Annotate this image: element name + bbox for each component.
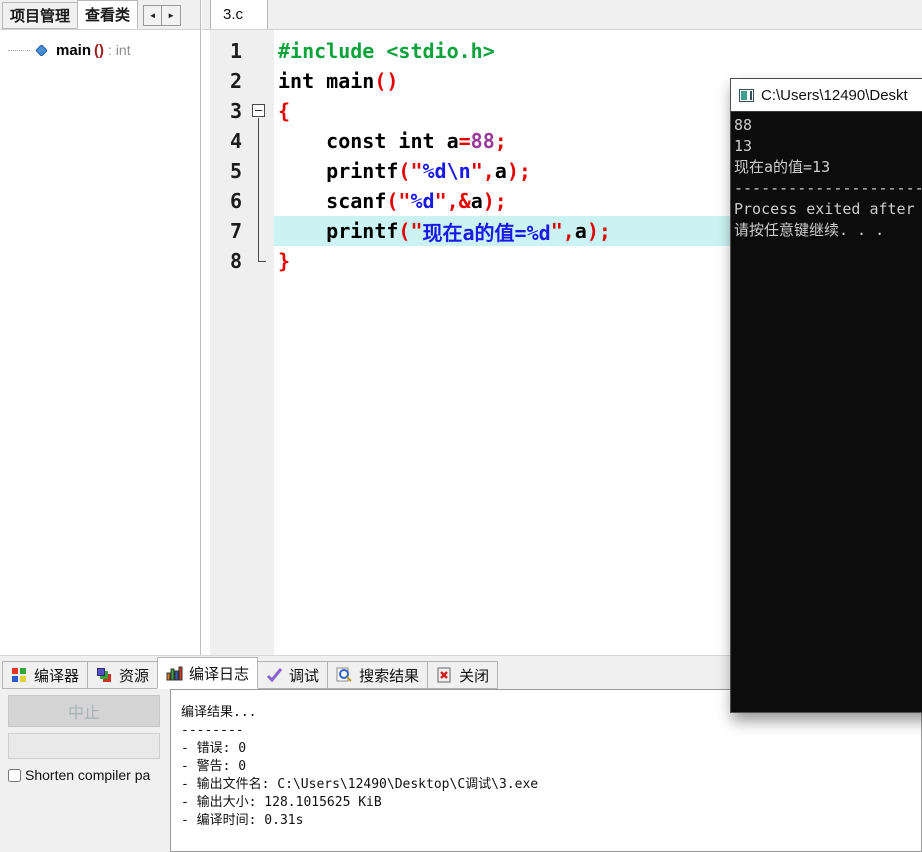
tab-close[interactable]: 关闭 — [427, 661, 499, 689]
tab-compile-log-label: 编译日志 — [189, 665, 250, 683]
tab-close-label: 关闭 — [459, 667, 490, 685]
line-number: 6 — [229, 189, 242, 213]
shorten-paths-checkbox[interactable] — [8, 768, 21, 782]
fold-column — [250, 186, 274, 216]
tree-item-name: main — [56, 41, 92, 59]
line-number: 8 — [229, 249, 242, 273]
line-number: 2 — [229, 69, 242, 93]
fold-column — [250, 66, 274, 96]
abort-button[interactable]: 中止 — [8, 695, 160, 727]
tab-search-results[interactable]: 搜索结果 — [327, 661, 429, 689]
line-number: 4 — [229, 129, 242, 153]
fold-toggle-icon[interactable] — [250, 96, 274, 126]
tab-resources[interactable]: 资源 — [87, 661, 159, 689]
fold-column — [250, 156, 274, 186]
grid-icon — [11, 667, 28, 683]
line-number: 7 — [229, 219, 242, 243]
bar-chart-icon — [166, 665, 183, 681]
scroll-left-button[interactable]: ◄ — [143, 5, 163, 26]
fold-column — [250, 246, 274, 276]
code-text[interactable]: #include <stdio.h> — [274, 36, 922, 66]
ide-window: 项目管理 查看类 ◄ ► main () : int 3.c 1 #includ… — [0, 0, 922, 852]
line-number: 1 — [229, 39, 242, 63]
compile-progress-bar — [8, 733, 160, 759]
tab-project-manager[interactable]: 项目管理 — [2, 2, 79, 29]
tab-class-browser[interactable]: 查看类 — [77, 0, 139, 29]
class-browser-tree: main () : int — [0, 30, 200, 60]
tab-class-browser-label: 查看类 — [85, 7, 131, 24]
line-number: 5 — [229, 159, 242, 183]
line-number: 3 — [229, 99, 242, 123]
tab-resources-label: 资源 — [119, 667, 150, 685]
console-output: 88 13 现在a的值=13 -------------------------… — [731, 113, 922, 712]
sidebar-tabbar: 项目管理 查看类 ◄ ► — [0, 0, 200, 30]
sidebar: 项目管理 查看类 ◄ ► main () : int — [0, 0, 201, 655]
file-tab-label: 3.c — [223, 6, 244, 23]
console-title-text: C:\Users\12490\Deskt — [761, 86, 908, 104]
fold-column — [250, 126, 274, 156]
console-icon — [739, 88, 754, 102]
tree-branch-line — [8, 49, 30, 51]
compile-controls: 中止 Shorten compiler pa — [0, 689, 170, 852]
checkmark-icon — [266, 667, 283, 683]
tree-item-type: : int — [108, 42, 131, 58]
search-icon — [336, 667, 353, 683]
tab-project-manager-label: 项目管理 — [10, 8, 71, 25]
close-icon — [436, 667, 453, 683]
tab-debug-label: 调试 — [289, 667, 320, 685]
layers-icon — [96, 667, 113, 683]
file-tab-3c[interactable]: 3.c — [210, 0, 268, 29]
console-titlebar[interactable]: C:\Users\12490\Deskt — [731, 79, 922, 112]
chevron-right-icon: ► — [167, 11, 175, 20]
fold-column — [250, 36, 274, 66]
compile-log-panel[interactable]: 编译结果... -------- - 错误: 0 - 警告: 0 - 输出文件名… — [170, 689, 922, 852]
shorten-paths-row: Shorten compiler pa — [8, 767, 162, 783]
tab-debug[interactable]: 调试 — [257, 661, 329, 689]
fold-column — [250, 216, 274, 246]
bottom-body: 中止 Shorten compiler pa 编译结果... -------- … — [0, 689, 922, 852]
tab-search-results-label: 搜索结果 — [359, 667, 420, 685]
tab-compiler[interactable]: 编译器 — [2, 661, 89, 689]
tree-item-main[interactable]: main () : int — [8, 40, 200, 60]
chevron-left-icon: ◄ — [148, 11, 157, 20]
shorten-paths-label: Shorten compiler pa — [25, 767, 151, 783]
tree-item-parens: () — [94, 41, 105, 59]
tab-compiler-label: 编译器 — [34, 667, 80, 685]
scroll-right-button[interactable]: ► — [162, 5, 182, 26]
file-tabbar: 3.c — [202, 0, 922, 30]
tab-compile-log[interactable]: 编译日志 — [157, 657, 259, 689]
console-window: C:\Users\12490\Deskt 88 13 现在a的值=13 ----… — [730, 78, 922, 713]
method-icon — [35, 43, 48, 57]
code-line[interactable]: 1 #include <stdio.h> — [202, 36, 922, 66]
tab-scroller: ◄ ► — [143, 5, 182, 26]
